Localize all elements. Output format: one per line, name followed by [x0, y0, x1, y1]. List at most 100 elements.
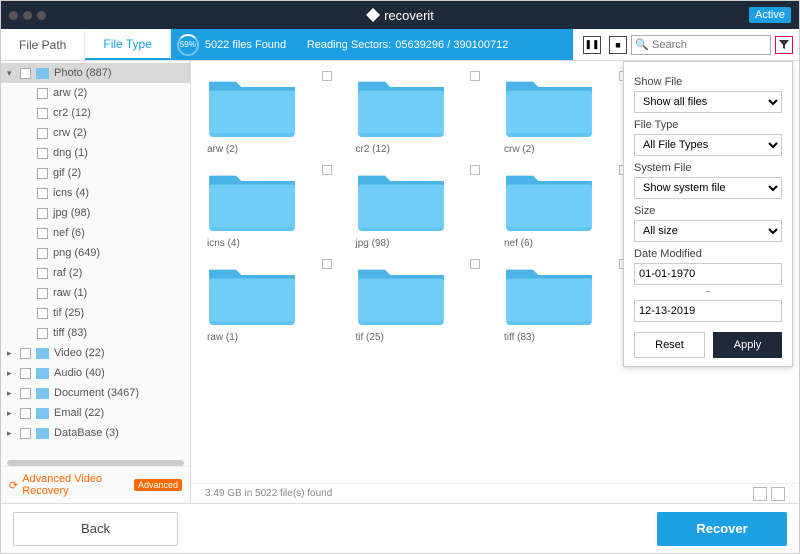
min-dot[interactable] [23, 11, 32, 20]
folder-item[interactable]: arw (2) [207, 71, 338, 155]
caret-right-icon[interactable]: ▸ [7, 368, 15, 379]
tab-file-path[interactable]: File Path [1, 29, 85, 60]
caret-right-icon[interactable]: ▸ [7, 428, 15, 439]
active-badge[interactable]: Active [749, 7, 791, 23]
date-separator: ~ [634, 287, 782, 298]
avr-text: Advanced Video Recovery [22, 473, 130, 497]
checkbox[interactable] [37, 148, 48, 159]
folder-item[interactable]: crw (2) [504, 71, 635, 155]
sidebar-item-photo-child[interactable]: arw (2) [1, 83, 190, 103]
sidebar-item-photo-child[interactable]: nef (6) [1, 223, 190, 243]
sidebar-item-category[interactable]: ▸ Document (3467) [1, 383, 190, 403]
sidebar-item-photo-child[interactable]: jpg (98) [1, 203, 190, 223]
tab-file-type[interactable]: File Type [85, 29, 170, 60]
sidebar-item-photo-child[interactable]: raw (1) [1, 283, 190, 303]
sidebar-item-photo-child[interactable]: png (649) [1, 243, 190, 263]
status-text: 3.49 GB in 5022 file(s) found [205, 488, 332, 499]
window-controls[interactable] [9, 11, 46, 20]
sidebar-item-category[interactable]: ▸ Email (22) [1, 403, 190, 423]
checkbox[interactable] [20, 348, 31, 359]
folder-item[interactable]: cr2 (12) [356, 71, 487, 155]
filter-file-type-select[interactable]: All File Types [634, 134, 782, 156]
folder-label: nef (6) [504, 238, 635, 249]
sidebar-item-label: arw (2) [53, 87, 87, 99]
list-view-icon[interactable] [771, 487, 785, 501]
toolbar: File Path File Type 59% 5022 files Found… [1, 29, 799, 61]
caret-right-icon[interactable]: ▸ [7, 408, 15, 419]
folder-item[interactable]: nef (6) [504, 165, 635, 249]
caret-right-icon[interactable]: ▸ [7, 388, 15, 399]
checkbox[interactable] [37, 308, 48, 319]
checkbox[interactable] [37, 248, 48, 259]
checkbox[interactable] [20, 428, 31, 439]
apply-button[interactable]: Apply [713, 332, 782, 358]
checkbox[interactable] [37, 328, 48, 339]
grid-view-icon[interactable] [753, 487, 767, 501]
checkbox[interactable] [20, 368, 31, 379]
sidebar-item-photo-child[interactable]: crw (2) [1, 123, 190, 143]
filter-system-file-select[interactable]: Show system file [634, 177, 782, 199]
recover-button[interactable]: Recover [657, 512, 787, 546]
filter-date-to[interactable] [634, 300, 782, 322]
sidebar-item-label: Audio (40) [54, 367, 105, 379]
tree[interactable]: ▾ Photo (887) arw (2) cr2 (12)crw (2)dng … [1, 61, 190, 460]
sidebar-item-photo-child[interactable]: gif (2) [1, 163, 190, 183]
sidebar-item-category[interactable]: ▸ Audio (40) [1, 363, 190, 383]
sidebar-item-label: tif (25) [53, 307, 84, 319]
checkbox[interactable] [20, 68, 31, 79]
caret-down-icon[interactable]: ▾ [7, 68, 15, 79]
sidebar-item-photo-child[interactable]: raf (2) [1, 263, 190, 283]
folder-item[interactable]: tif (25) [356, 259, 487, 343]
checkbox[interactable] [322, 165, 332, 175]
checkbox[interactable] [37, 188, 48, 199]
filter-button[interactable] [775, 36, 793, 54]
filter-file-type-label: File Type [634, 119, 782, 131]
search-box: 🔍 [631, 35, 771, 55]
checkbox[interactable] [20, 388, 31, 399]
sidebar-item-label: Document (3467) [54, 387, 139, 399]
sidebar-item-label: jpg (98) [53, 207, 90, 219]
checkbox[interactable] [37, 108, 48, 119]
sidebar-item-category[interactable]: ▸Video (22) [1, 343, 190, 363]
sidebar-item-photo[interactable]: ▾ Photo (887) [1, 63, 190, 83]
checkbox[interactable] [37, 88, 48, 99]
checkbox[interactable] [20, 408, 31, 419]
pause-button[interactable]: ❚❚ [583, 36, 601, 54]
max-dot[interactable] [37, 11, 46, 20]
folder-item[interactable]: jpg (98) [356, 165, 487, 249]
checkbox[interactable] [322, 259, 332, 269]
search-input[interactable] [631, 35, 771, 55]
close-dot[interactable] [9, 11, 18, 20]
sidebar-item-photo-child[interactable]: icns (4) [1, 183, 190, 203]
filter-date-from[interactable] [634, 263, 782, 285]
checkbox[interactable] [470, 165, 480, 175]
toolbar-right: ❚❚ ■ 🔍 [573, 29, 799, 60]
sidebar-item-category[interactable]: ▸DataBase (3) [1, 423, 190, 443]
folder-item[interactable]: raw (1) [207, 259, 338, 343]
checkbox[interactable] [37, 128, 48, 139]
checkbox[interactable] [322, 71, 332, 81]
filter-show-file-select[interactable]: Show all files [634, 91, 782, 113]
folder-item[interactable]: tiff (83) [504, 259, 635, 343]
checkbox[interactable] [37, 268, 48, 279]
checkbox[interactable] [470, 259, 480, 269]
sidebar-item-photo-child[interactable]: tiff (83) [1, 323, 190, 343]
checkbox[interactable] [37, 208, 48, 219]
folder-item[interactable]: icns (4) [207, 165, 338, 249]
sidebar-item-label: tiff (83) [53, 327, 87, 339]
filter-size-select[interactable]: All size [634, 220, 782, 242]
sidebar-item-photo-child[interactable]: tif (25) [1, 303, 190, 323]
sidebar-item-photo-child[interactable]: cr2 (12) [1, 103, 190, 123]
checkbox[interactable] [470, 71, 480, 81]
reset-button[interactable]: Reset [634, 332, 705, 358]
checkbox[interactable] [37, 228, 48, 239]
status-bar: 3.49 GB in 5022 file(s) found [191, 483, 799, 503]
checkbox[interactable] [37, 288, 48, 299]
sidebar-item-label: Email (22) [54, 407, 104, 419]
back-button[interactable]: Back [13, 512, 178, 546]
stop-button[interactable]: ■ [609, 36, 627, 54]
checkbox[interactable] [37, 168, 48, 179]
advanced-video-recovery[interactable]: ⟳ Advanced Video Recovery Advanced [1, 466, 190, 503]
caret-right-icon[interactable]: ▸ [7, 348, 15, 359]
sidebar-item-photo-child[interactable]: dng (1) [1, 143, 190, 163]
